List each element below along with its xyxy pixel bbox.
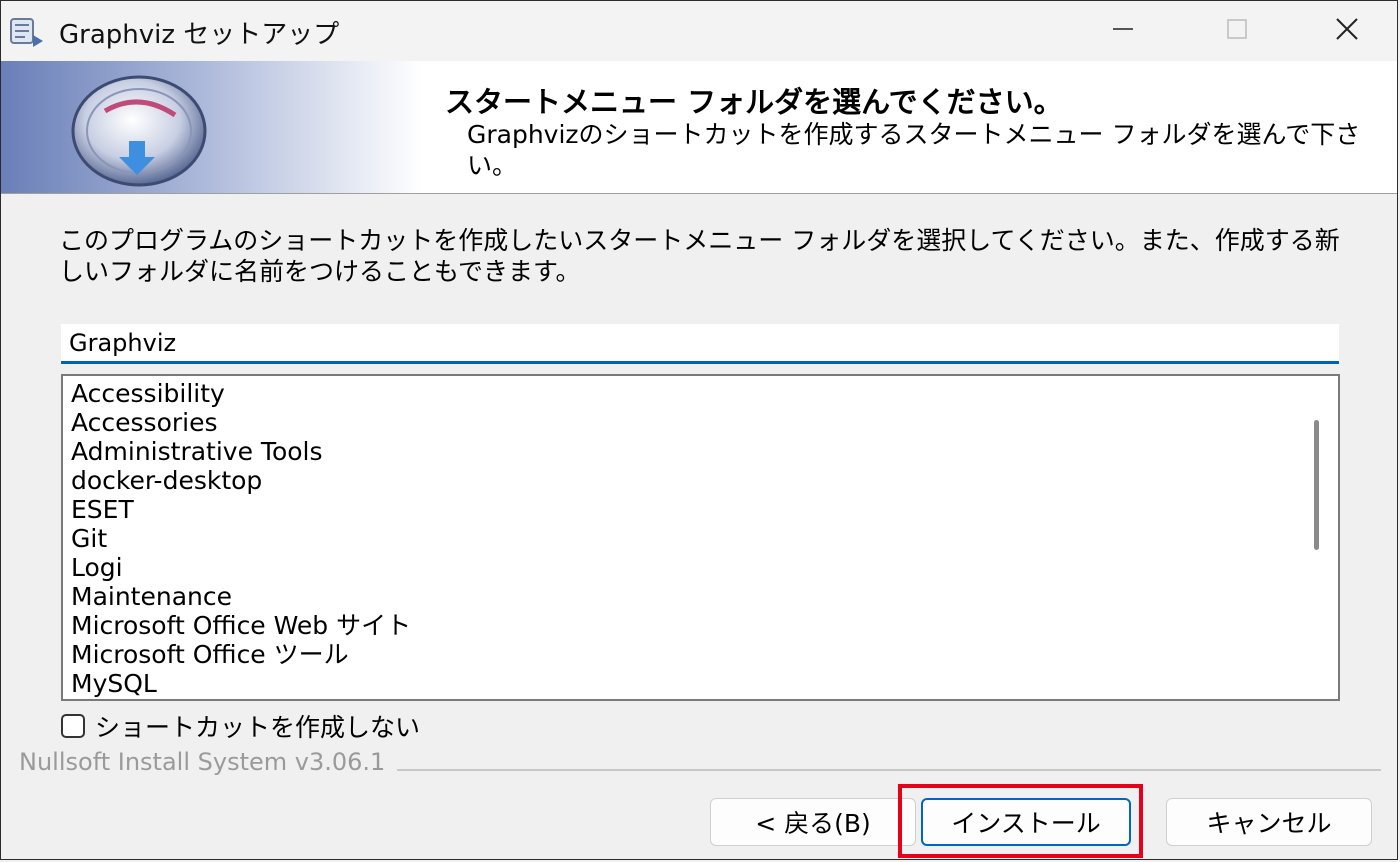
cancel-button[interactable]: キャンセル xyxy=(1166,798,1372,846)
close-button[interactable] xyxy=(1299,5,1395,57)
scrollbar-thumb[interactable] xyxy=(1314,420,1319,550)
banner-title: スタートメニュー フォルダを選んでください。 xyxy=(445,85,1063,119)
minimize-icon xyxy=(1111,17,1135,45)
installer-icon xyxy=(7,13,47,53)
list-item[interactable]: Logi xyxy=(71,553,123,582)
list-item[interactable]: Maintenance xyxy=(71,582,232,611)
list-item[interactable]: MySQL xyxy=(71,669,157,698)
no-shortcut-checkbox[interactable] xyxy=(61,714,85,738)
list-item[interactable]: Git xyxy=(71,524,107,553)
banner-subtitle: Graphvizのショートカットを作成するスタートメニュー フォルダを選んで下さ… xyxy=(467,120,1361,180)
no-shortcut-option[interactable]: ショートカットを作成しない xyxy=(61,709,420,743)
installer-window: Graphviz セットアップ スタートメニュー フォルダを選んでください。 G… xyxy=(0,0,1398,860)
title-bar: Graphviz セットアップ xyxy=(1,1,1397,61)
installer-logo-icon xyxy=(67,71,215,189)
list-item[interactable]: Accessibility xyxy=(71,379,225,408)
minimize-button[interactable] xyxy=(1075,5,1171,57)
header-banner: スタートメニュー フォルダを選んでください。 Graphvizのショートカットを… xyxy=(1,61,1397,194)
list-scrollbar[interactable] xyxy=(1298,376,1338,699)
start-menu-folder-input[interactable] xyxy=(61,324,1339,364)
window-title: Graphviz セットアップ xyxy=(59,20,340,50)
list-item[interactable]: Accessories xyxy=(71,408,218,437)
list-item[interactable]: Administrative Tools xyxy=(71,437,323,466)
start-menu-folder-list[interactable]: Accessibility Accessories Administrative… xyxy=(61,374,1340,701)
maximize-button[interactable] xyxy=(1189,5,1285,57)
maximize-icon xyxy=(1225,17,1249,45)
close-icon xyxy=(1334,16,1360,46)
instruction-text: このプログラムのショートカットを作成したいスタートメニュー フォルダを選択してく… xyxy=(59,226,1340,286)
back-button[interactable]: < 戻る(B) xyxy=(710,798,916,846)
no-shortcut-label: ショートカットを作成しない xyxy=(95,713,421,742)
nsis-branding: Nullsoft Install System v3.06.1 xyxy=(19,748,398,776)
list-item[interactable]: ESET xyxy=(71,495,134,524)
list-item[interactable]: docker-desktop xyxy=(71,466,262,495)
list-item[interactable]: Microsoft Office ツール xyxy=(71,640,349,669)
install-button-highlight xyxy=(898,784,1143,858)
list-item[interactable]: Microsoft Office Web サイト xyxy=(71,611,411,640)
